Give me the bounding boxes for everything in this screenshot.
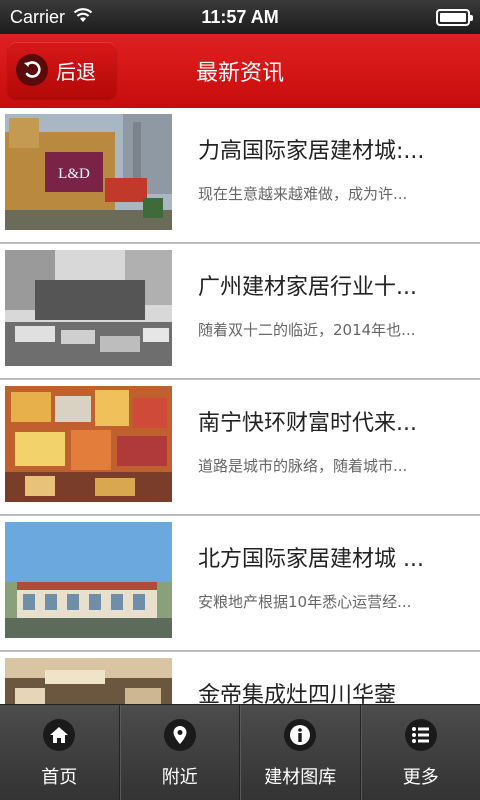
news-thumbnail xyxy=(5,658,172,704)
tab-label: 建材图库 xyxy=(264,767,337,788)
news-thumbnail xyxy=(5,250,172,366)
news-summary: 现在生意越来越难做，成为许... xyxy=(198,185,408,203)
battery-icon xyxy=(436,9,473,26)
news-title: 力高国际家居建材城:... xyxy=(198,139,425,164)
tab-more[interactable]: 更多 xyxy=(360,705,480,800)
news-list: L&D 力高国际家居建材城:... 现在生意越来越难做，成为许... 广州建材家… xyxy=(0,108,480,704)
home-icon xyxy=(43,719,76,751)
news-item[interactable]: L&D 力高国际家居建材城:... 现在生意越来越难做，成为许... xyxy=(0,108,480,244)
news-summary: 道路是城市的脉络，随着城市... xyxy=(198,457,408,475)
ld-sign-text: L&D xyxy=(58,166,90,182)
news-item[interactable]: 广州建材家居行业十... 随着双十二的临近，2014年也... xyxy=(0,244,480,380)
news-item[interactable]: 北方国际家居建材城 ... 安粮地产根据10年悉心运营经... xyxy=(0,516,480,652)
tab-nearby[interactable]: 附近 xyxy=(119,705,240,800)
news-thumbnail xyxy=(5,386,172,502)
news-text: 南宁快环财富时代来... 道路是城市的脉络，随着城市... xyxy=(198,408,460,476)
list-icon xyxy=(404,719,437,751)
news-thumbnail xyxy=(5,522,172,638)
news-title: 北方国际家居建材城 ... xyxy=(198,547,424,572)
battery-level xyxy=(440,13,466,22)
status-time: 11:57 AM xyxy=(201,6,279,27)
news-thumbnail: L&D xyxy=(5,114,172,230)
back-button-label: 后退 xyxy=(56,59,96,84)
tab-gallery[interactable]: 建材图库 xyxy=(240,705,361,800)
tab-label: 首页 xyxy=(41,767,78,788)
news-text: 广州建材家居行业十... 随着双十二的临近，2014年也... xyxy=(198,272,460,340)
news-item[interactable]: 南宁快环财富时代来... 道路是城市的脉络，随着城市... xyxy=(0,380,480,516)
news-summary: 随着双十二的临近，2014年也... xyxy=(198,321,416,339)
navigation-bar: 后退 最新资讯 xyxy=(0,34,480,108)
tab-label: 附近 xyxy=(161,767,198,788)
status-bar: Carrier 11:57 AM xyxy=(0,0,480,34)
tab-bar: 首页 附近 建材图库 更多 xyxy=(0,704,480,800)
tab-label: 更多 xyxy=(402,767,439,788)
back-arrow-icon xyxy=(16,54,48,86)
back-button[interactable]: 后退 xyxy=(8,42,116,98)
location-pin-icon xyxy=(163,719,196,751)
news-text: 北方国际家居建材城 ... 安粮地产根据10年悉心运营经... xyxy=(198,544,460,612)
news-text: 金帝集成灶四川华蓥 xyxy=(198,680,460,704)
news-summary: 安粮地产根据10年悉心运营经... xyxy=(198,593,412,611)
news-text: 力高国际家居建材城:... 现在生意越来越难做，成为许... xyxy=(198,136,460,204)
info-icon xyxy=(284,719,317,751)
news-title: 金帝集成灶四川华蓥 xyxy=(198,683,397,704)
news-item[interactable]: 金帝集成灶四川华蓥 xyxy=(0,652,480,704)
news-title: 南宁快环财富时代来... xyxy=(198,411,417,436)
news-title: 广州建材家居行业十... xyxy=(198,275,417,300)
page-title: 最新资讯 xyxy=(195,61,284,86)
tab-home[interactable]: 首页 xyxy=(0,705,120,800)
